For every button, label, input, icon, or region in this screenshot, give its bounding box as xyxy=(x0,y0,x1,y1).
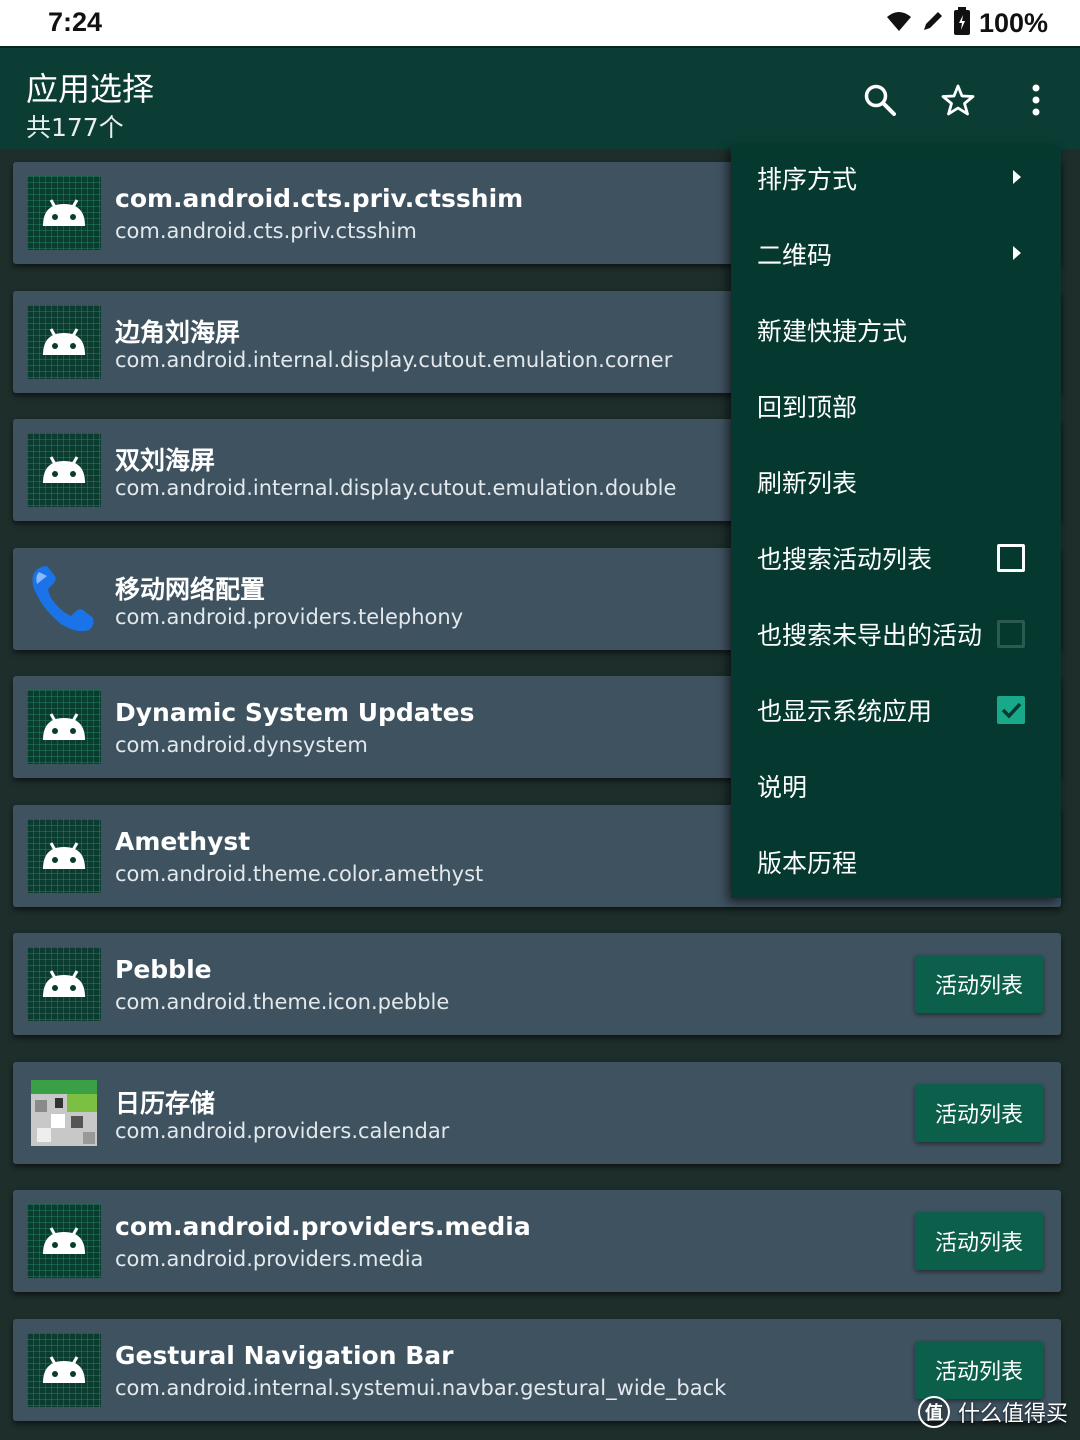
menu-item-help[interactable]: 说明 xyxy=(731,754,1061,830)
search-activities-checkbox[interactable] xyxy=(997,544,1025,572)
list-item[interactable]: Gestural Navigation Bar com.android.inte… xyxy=(13,1319,1061,1421)
calendar-icon xyxy=(27,1076,101,1150)
status-time: 7:24 xyxy=(48,7,103,37)
app-name: 日历存储 xyxy=(115,1089,216,1118)
android-icon xyxy=(27,1333,101,1407)
menu-item-new-shortcut[interactable]: 新建快捷方式 xyxy=(731,298,1061,374)
android-icon xyxy=(27,433,101,507)
menu-item-qrcode[interactable]: 二维码 xyxy=(731,222,1061,298)
list-item[interactable]: com.android.providers.media com.android.… xyxy=(13,1190,1061,1292)
menu-item-label: 也显示系统应用 xyxy=(757,697,933,726)
app-name: 边角刘海屏 xyxy=(115,318,241,347)
battery-level: 100% xyxy=(978,7,1048,38)
android-icon xyxy=(27,947,101,1021)
menu-item-show-system[interactable]: 也显示系统应用 xyxy=(731,678,1061,754)
list-item[interactable]: 日历存储 com.android.providers.calendar 活动列表 xyxy=(13,1062,1061,1164)
menu-item-label: 新建快捷方式 xyxy=(757,317,908,346)
activity-list-button[interactable]: 活动列表 xyxy=(915,1212,1043,1270)
overflow-menu-button[interactable] xyxy=(1012,76,1060,124)
app-package: com.android.providers.media xyxy=(115,1247,424,1271)
watermark-badge: 值 xyxy=(917,1396,950,1428)
app-name: 移动网络配置 xyxy=(115,575,266,604)
app-package: com.android.internal.display.cutout.emul… xyxy=(115,476,677,500)
app-package: com.android.internal.display.cutout.emul… xyxy=(115,348,673,372)
menu-item-label: 版本历程 xyxy=(757,849,858,878)
menu-item-changelog[interactable]: 版本历程 xyxy=(731,830,1061,906)
list-item[interactable]: Pebble com.android.theme.icon.pebble 活动列… xyxy=(13,933,1061,1035)
activity-list-button[interactable]: 活动列表 xyxy=(915,1341,1043,1399)
status-bar: 7:24 100% xyxy=(0,0,1080,46)
more-vert-icon xyxy=(1032,84,1040,116)
menu-item-sort[interactable]: 排序方式 xyxy=(731,146,1061,222)
app-package: com.android.providers.calendar xyxy=(115,1119,450,1143)
menu-item-label: 说明 xyxy=(757,773,808,802)
android-icon xyxy=(27,690,101,764)
watermark-text: 什么值得买 xyxy=(957,1402,1068,1427)
menu-item-search-activities[interactable]: 也搜索活动列表 xyxy=(731,526,1061,602)
search-button[interactable] xyxy=(856,76,904,124)
overflow-menu: 排序方式 二维码 新建快捷方式 回到顶部 刷新列表 也搜索活动列表 也搜索未导出… xyxy=(731,146,1061,898)
app-package: com.android.theme.icon.pebble xyxy=(115,990,450,1014)
app-name: Amethyst xyxy=(115,827,251,856)
app-name: Dynamic System Updates xyxy=(115,698,475,727)
star-icon xyxy=(941,84,975,116)
menu-item-scroll-top[interactable]: 回到顶部 xyxy=(731,374,1061,450)
activity-list-button[interactable]: 活动列表 xyxy=(915,1084,1043,1142)
app-name: com.android.cts.priv.ctsshim xyxy=(115,184,524,213)
app-count: 共177个 xyxy=(26,113,124,142)
activity-list-button[interactable]: 活动列表 xyxy=(915,955,1043,1013)
wifi-icon xyxy=(885,9,913,37)
android-icon xyxy=(27,819,101,893)
android-icon xyxy=(27,305,101,379)
submenu-arrow-icon xyxy=(1013,170,1021,184)
pen-icon xyxy=(921,9,945,37)
submenu-arrow-icon xyxy=(1013,246,1021,260)
app-bar-actions xyxy=(856,76,1060,124)
battery-icon xyxy=(953,7,971,39)
search-unexported-checkbox[interactable] xyxy=(997,620,1025,648)
search-icon xyxy=(864,84,896,116)
watermark: 值 什么值得买 xyxy=(917,1396,1068,1428)
menu-item-label: 也搜索未导出的活动 xyxy=(757,621,983,650)
menu-item-label: 也搜索活动列表 xyxy=(757,545,933,574)
app-name: Pebble xyxy=(115,955,212,984)
menu-item-label: 回到顶部 xyxy=(757,393,858,422)
app-name: 双刘海屏 xyxy=(115,446,216,475)
app-bar: 应用选择 共177个 xyxy=(0,46,1080,149)
menu-item-refresh[interactable]: 刷新列表 xyxy=(731,450,1061,526)
app-name: Gestural Navigation Bar xyxy=(115,1341,454,1370)
app-package: com.android.dynsystem xyxy=(115,733,368,757)
app-name: com.android.providers.media xyxy=(115,1212,531,1241)
menu-item-label: 二维码 xyxy=(757,241,833,270)
page-title: 应用选择 xyxy=(26,70,155,108)
android-icon xyxy=(27,176,101,250)
app-package: com.android.theme.color.amethyst xyxy=(115,862,484,886)
favorite-button[interactable] xyxy=(934,76,982,124)
menu-item-label: 刷新列表 xyxy=(757,469,858,498)
app-package: com.android.providers.telephony xyxy=(115,605,464,629)
status-indicators: 100% xyxy=(885,7,1048,39)
android-icon xyxy=(27,1204,101,1278)
show-system-checkbox[interactable] xyxy=(997,696,1025,724)
app-package: com.android.internal.systemui.navbar.ges… xyxy=(115,1376,727,1400)
menu-item-search-unexported[interactable]: 也搜索未导出的活动 xyxy=(731,602,1061,678)
menu-item-label: 排序方式 xyxy=(757,165,858,194)
check-icon xyxy=(1001,702,1022,719)
app-package: com.android.cts.priv.ctsshim xyxy=(115,219,417,243)
phone-icon xyxy=(27,562,101,636)
